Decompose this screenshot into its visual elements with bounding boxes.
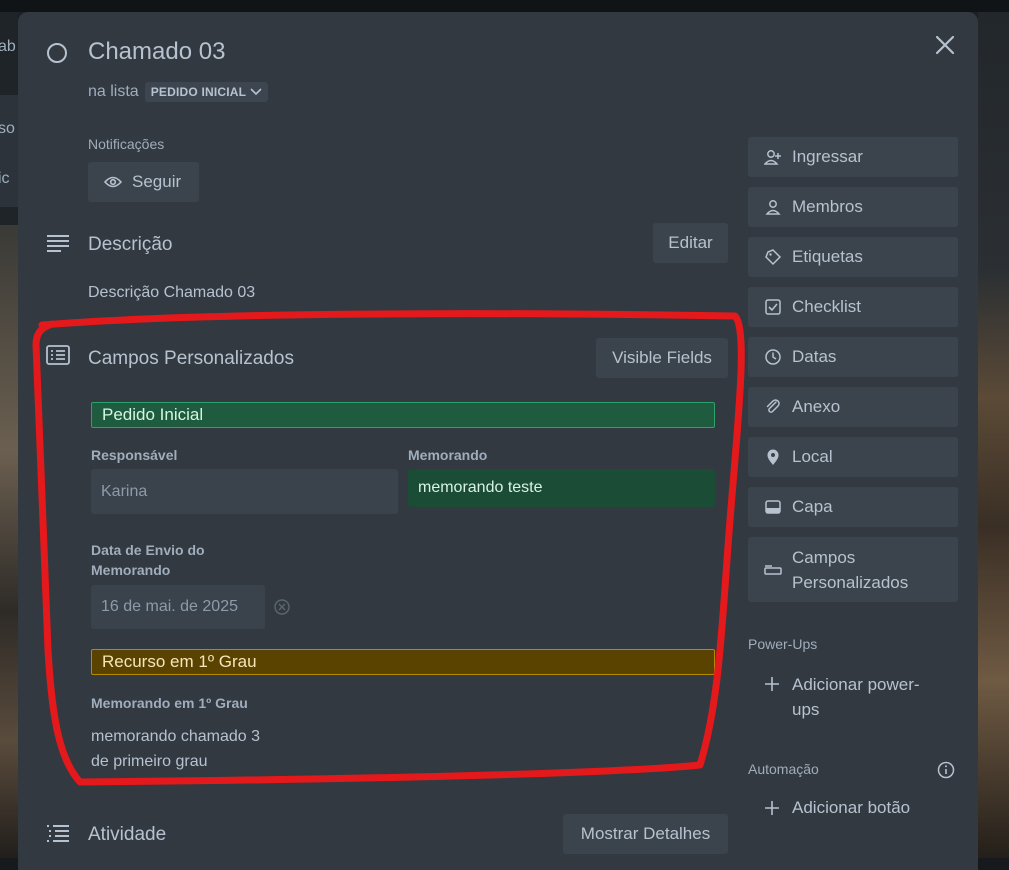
card-cover-icon (764, 498, 782, 516)
data-envio-date-input[interactable]: 16 de mai. de 2025 (91, 585, 265, 629)
background-photo-left (0, 225, 18, 870)
checkbox-icon (764, 298, 782, 316)
memorando-1-grau-value-line: de primeiro grau (91, 753, 208, 770)
description-title: Descrição (88, 234, 173, 255)
sidebar-custom-fields-label-line: Personalizados (792, 572, 909, 592)
custom-fields-title: Campos Personalizados (88, 348, 294, 369)
responsavel-input[interactable]: Karina (91, 469, 398, 514)
background-photo-right (978, 12, 1009, 870)
add-powerups-button[interactable]: Adicionar power- ups (748, 672, 958, 722)
field-group-pedido-inicial: Pedido Inicial (91, 402, 715, 428)
sidebar-join-button[interactable]: Ingressar (748, 137, 958, 177)
follow-button[interactable]: Seguir (88, 162, 199, 202)
tag-icon (764, 248, 782, 266)
eye-icon (104, 176, 122, 188)
activity-list-icon (46, 824, 70, 842)
data-envio-label: Data de Envio do Memorando (91, 540, 205, 580)
memorando-label: Memorando (408, 447, 488, 463)
automation-label: Automação (748, 761, 819, 777)
powerups-label: Power-Ups (748, 636, 818, 652)
background-board-text: ic (0, 170, 10, 187)
sidebar-attachment-button[interactable]: Anexo (748, 387, 958, 427)
card-list-info: na lista PEDIDO INICIAL (88, 82, 269, 102)
plus-icon (764, 800, 780, 816)
sidebar-item-label: Local (792, 447, 833, 466)
background-board-text: so (0, 120, 15, 137)
info-icon[interactable] (937, 761, 955, 779)
list-selector[interactable]: PEDIDO INICIAL (144, 82, 269, 102)
paperclip-icon (764, 398, 782, 416)
sidebar-item-label: Capa (792, 497, 833, 516)
plus-icon (764, 672, 780, 692)
add-powerups-label-line: Adicionar power- (792, 675, 920, 694)
sidebar-checklist-button[interactable]: Checklist (748, 287, 958, 327)
in-list-prefix: na lista (88, 83, 139, 100)
visible-fields-button[interactable]: Visible Fields (596, 338, 728, 378)
description-lines-icon (46, 234, 70, 252)
sidebar-labels-button[interactable]: Etiquetas (748, 237, 958, 277)
custom-fields-list-icon (46, 345, 70, 365)
sidebar-custom-fields-label: Campos Personalizados (792, 545, 908, 595)
clear-date-icon[interactable] (274, 599, 290, 615)
background-top-bar (0, 0, 1009, 12)
card-title[interactable]: Chamado 03 (88, 38, 225, 66)
add-powerups-label-line: ups (792, 700, 820, 719)
field-group-recurso-1-grau: Recurso em 1º Grau (91, 649, 715, 675)
background-board-text: ab (0, 38, 16, 55)
sidebar-dates-button[interactable]: Datas (748, 337, 958, 377)
custom-field-icon (764, 564, 782, 576)
chevron-down-icon (250, 88, 262, 96)
sidebar-item-label: Datas (792, 347, 837, 366)
sidebar-item-label: Checklist (792, 297, 861, 316)
data-envio-label-line: Memorando (91, 562, 171, 578)
memorando-1-grau-label: Memorando em 1º Grau (91, 695, 248, 711)
sidebar-members-button[interactable]: Membros (748, 187, 958, 227)
follow-button-label: Seguir (132, 172, 182, 191)
sidebar-item-label: Membros (792, 197, 863, 216)
description-text[interactable]: Descrição Chamado 03 (88, 284, 255, 302)
clock-icon (764, 348, 782, 366)
card-detail-modal: Chamado 03 na lista PEDIDO INICIAL Notif… (18, 12, 978, 870)
activity-title: Atividade (88, 824, 167, 845)
show-details-button[interactable]: Mostrar Detalhes (563, 814, 728, 854)
sidebar-item-label: Etiquetas (792, 247, 863, 266)
sidebar-custom-fields-label-line: Campos (792, 547, 856, 567)
data-envio-label-line: Data de Envio do (91, 542, 205, 558)
sidebar-item-label: Ingressar (792, 147, 863, 166)
card-complete-circle-icon[interactable] (46, 42, 68, 64)
add-automation-button[interactable]: Adicionar botão (748, 798, 958, 818)
sidebar-location-button[interactable]: Local (748, 437, 958, 477)
edit-description-button[interactable]: Editar (653, 223, 728, 263)
location-pin-icon (764, 448, 782, 466)
responsavel-label: Responsável (91, 447, 178, 463)
background-list-strip (0, 95, 18, 207)
notifications-label: Notificações (88, 136, 165, 152)
memorando-1-grau-value-line: memorando chamado 3 (91, 728, 260, 745)
memorando-input[interactable]: memorando teste (408, 469, 715, 507)
add-powerups-label: Adicionar power- ups (792, 672, 920, 722)
sidebar-cover-button[interactable]: Capa (748, 487, 958, 527)
memorando-1-grau-value[interactable]: memorando chamado 3 de primeiro grau (91, 724, 260, 774)
close-icon[interactable] (934, 34, 956, 56)
add-person-icon (764, 148, 782, 166)
list-name: PEDIDO INICIAL (150, 85, 247, 99)
person-icon (764, 198, 782, 216)
sidebar-custom-fields-button[interactable]: Campos Personalizados (748, 537, 958, 602)
sidebar-item-label: Anexo (792, 397, 841, 416)
add-automation-label: Adicionar botão (792, 798, 911, 817)
